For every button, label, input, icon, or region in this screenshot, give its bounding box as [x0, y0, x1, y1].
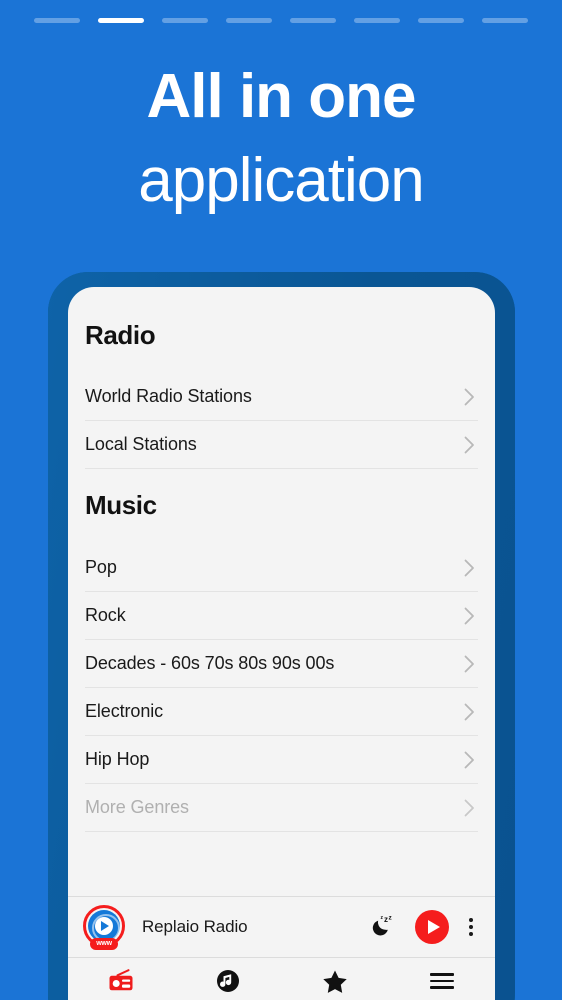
- pagination-dash-5[interactable]: [290, 18, 336, 23]
- moon-sleep-timer-icon: z z z: [371, 912, 397, 943]
- headline: All in one application: [0, 66, 562, 212]
- star-icon: [322, 968, 348, 994]
- phone-screen: Radio World Radio Stations Local Station…: [68, 287, 495, 1000]
- list-item-label: Pop: [85, 557, 117, 577]
- hamburger-line-3: [429, 986, 454, 989]
- play-button[interactable]: [415, 910, 449, 944]
- chevron-right-icon: [464, 559, 478, 577]
- list-item-hip-hop[interactable]: Hip Hop: [85, 736, 478, 784]
- headline-line-2: application: [138, 146, 424, 215]
- content-list: Radio World Radio Stations Local Station…: [68, 287, 495, 896]
- list-item-label: Rock: [85, 605, 126, 625]
- list-item-local-stations[interactable]: Local Stations: [85, 421, 478, 469]
- chevron-right-icon: [464, 436, 478, 454]
- pagination-dash-3[interactable]: [162, 18, 208, 23]
- section-title-radio: Radio: [85, 320, 156, 350]
- now-playing-bar[interactable]: www Replaio Radio z z z: [68, 896, 495, 958]
- pagination-dash-4[interactable]: [226, 18, 272, 23]
- hamburger-line-2: [429, 979, 454, 983]
- section-title-music: Music: [85, 490, 157, 520]
- kebab-dot-3: [469, 932, 473, 936]
- list-item-rock[interactable]: Rock: [85, 592, 478, 640]
- play-icon: [428, 920, 440, 934]
- phone-mockup: Radio World Radio Stations Local Station…: [48, 272, 515, 1000]
- bottom-navigation: Radio Music Favorites: [68, 958, 495, 1000]
- now-playing-station-name: Replaio Radio: [142, 917, 248, 936]
- list-item-label: Hip Hop: [85, 749, 150, 769]
- pagination-dash-8[interactable]: [482, 18, 528, 23]
- replaio-app-icon: www: [82, 905, 126, 950]
- list-item-pop[interactable]: Pop: [85, 544, 478, 592]
- chevron-right-icon: [464, 703, 478, 721]
- list-item-decades[interactable]: Decades - 60s 70s 80s 90s 00s: [85, 640, 478, 688]
- chevron-right-icon: [464, 388, 478, 406]
- app-icon-www-badge: www: [90, 938, 118, 950]
- app-icon-play-glyph: [95, 917, 113, 935]
- carousel-pagination[interactable]: [0, 18, 562, 23]
- radio-icon: [108, 968, 135, 994]
- nav-item-radio[interactable]: Radio: [68, 968, 175, 1000]
- pagination-dash-2-active[interactable]: [98, 18, 144, 23]
- nav-item-more[interactable]: More: [388, 968, 495, 1000]
- kebab-dot-2: [469, 925, 473, 929]
- list-item-world-radio-stations[interactable]: World Radio Stations: [85, 373, 478, 421]
- chevron-right-icon: [464, 607, 478, 625]
- nav-item-music[interactable]: Music: [175, 968, 282, 1000]
- list-item-electronic[interactable]: Electronic: [85, 688, 478, 736]
- pagination-dash-1[interactable]: [34, 18, 80, 23]
- chevron-right-icon: [464, 655, 478, 673]
- headline-line-1: All in one: [146, 62, 417, 131]
- hamburger-line-1: [429, 973, 454, 976]
- hamburger-menu-icon: [429, 968, 454, 994]
- list-item-label: World Radio Stations: [85, 386, 252, 406]
- chevron-right-icon: [464, 751, 478, 769]
- list-item-label: Local Stations: [85, 434, 197, 454]
- overflow-menu-button[interactable]: [462, 912, 480, 942]
- list-item-label: Electronic: [85, 701, 164, 721]
- list-item-label: More Genres: [85, 797, 189, 817]
- svg-text:z: z: [389, 914, 393, 921]
- nav-item-favorites[interactable]: Favorites: [282, 968, 389, 1000]
- list-item-more-genres[interactable]: More Genres: [85, 784, 478, 832]
- sleep-timer-button[interactable]: z z z: [367, 910, 401, 944]
- svg-text:z: z: [384, 915, 388, 924]
- music-note-icon: [216, 968, 240, 994]
- kebab-dot-1: [469, 918, 473, 922]
- pagination-dash-7[interactable]: [418, 18, 464, 23]
- list-item-label: Decades - 60s 70s 80s 90s 00s: [85, 653, 335, 673]
- chevron-right-icon: [464, 799, 478, 817]
- pagination-dash-6[interactable]: [354, 18, 400, 23]
